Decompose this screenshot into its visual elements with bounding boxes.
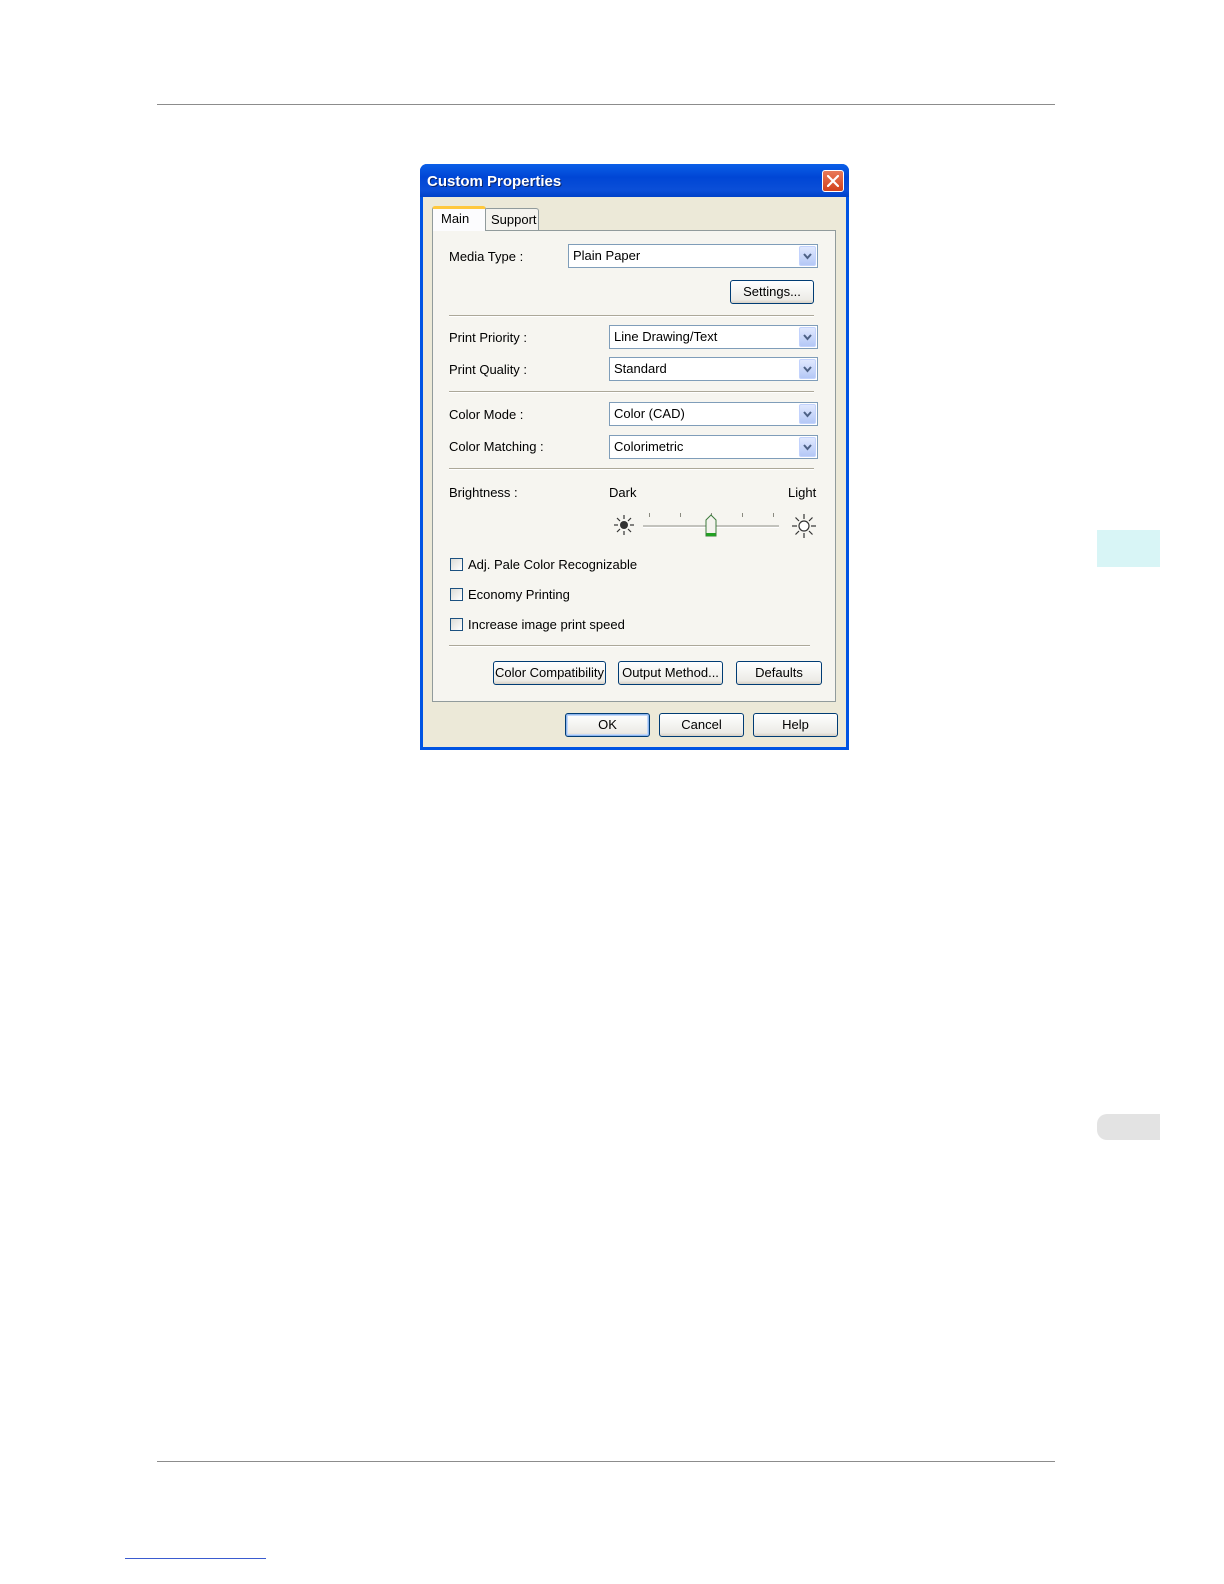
print-priority-select[interactable]: Line Drawing/Text (609, 325, 818, 349)
chevron-down-icon (803, 253, 812, 260)
color-mode-value: Color (CAD) (614, 406, 685, 421)
help-button[interactable]: Help (753, 713, 838, 737)
slider-tick (680, 513, 681, 517)
brightness-dark-label: Dark (609, 485, 637, 500)
economy-printing-label[interactable]: Economy Printing (468, 587, 570, 602)
settings-button[interactable]: Settings... (730, 280, 814, 304)
separator (449, 391, 814, 393)
dropdown-arrow-button[interactable] (799, 404, 816, 424)
light-sun-icon (792, 514, 816, 538)
footer-link-underline (125, 1558, 266, 1559)
increase-speed-checkbox[interactable] (450, 618, 463, 631)
brightness-slider[interactable] (643, 505, 779, 541)
title-bar[interactable]: Custom Properties (420, 164, 849, 197)
dropdown-arrow-button[interactable] (799, 246, 816, 266)
color-compatibility-button[interactable]: Color Compatibility (493, 661, 606, 685)
footer-rule (157, 1461, 1055, 1462)
color-matching-select[interactable]: Colorimetric (609, 435, 818, 459)
slider-tick (649, 513, 650, 517)
adj-pale-color-label[interactable]: Adj. Pale Color Recognizable (468, 557, 637, 572)
adj-pale-color-checkbox[interactable] (450, 558, 463, 571)
dropdown-arrow-button[interactable] (799, 437, 816, 457)
color-mode-label: Color Mode : (449, 407, 524, 422)
tab-main[interactable]: Main (432, 206, 486, 231)
print-quality-value: Standard (614, 361, 667, 376)
slider-thumb[interactable] (705, 514, 717, 538)
tab-main-label: Main (441, 211, 470, 226)
dark-sun-icon (614, 515, 634, 535)
separator (449, 645, 810, 647)
color-matching-value: Colorimetric (614, 439, 684, 454)
dialog-title: Custom Properties (427, 173, 562, 190)
output-method-button[interactable]: Output Method... (618, 661, 723, 685)
brightness-label: Brightness : (449, 485, 518, 500)
media-type-select[interactable]: Plain Paper (568, 244, 818, 268)
separator (449, 468, 814, 470)
print-quality-label: Print Quality : (449, 362, 528, 377)
chevron-down-icon (803, 334, 812, 341)
chapter-index-tab (1097, 530, 1160, 567)
custom-properties-dialog: Custom Properties Main Support Media Typ… (420, 164, 849, 750)
close-button[interactable] (822, 170, 844, 192)
chevron-down-icon (803, 444, 812, 451)
main-tab-panel: Media Type : Plain Paper Settings... Pri… (432, 230, 836, 702)
close-icon (827, 175, 839, 187)
tab-support-label: Support (491, 212, 537, 227)
media-type-value: Plain Paper (573, 248, 641, 263)
header-rule (157, 104, 1055, 105)
increase-speed-label[interactable]: Increase image print speed (468, 617, 625, 632)
ok-button[interactable]: OK (565, 713, 650, 737)
color-matching-label: Color Matching : (449, 439, 544, 454)
media-type-label: Media Type : (449, 249, 524, 264)
slider-tick (773, 513, 774, 517)
economy-printing-checkbox[interactable] (450, 588, 463, 601)
page-index-tab (1097, 1114, 1160, 1140)
color-mode-select[interactable]: Color (CAD) (609, 402, 818, 426)
dropdown-arrow-button[interactable] (799, 327, 816, 347)
print-quality-select[interactable]: Standard (609, 357, 818, 381)
separator (449, 315, 814, 317)
print-priority-value: Line Drawing/Text (614, 329, 718, 344)
brightness-light-label: Light (788, 485, 817, 500)
cancel-button[interactable]: Cancel (659, 713, 744, 737)
slider-tick (742, 513, 743, 517)
dropdown-arrow-button[interactable] (799, 359, 816, 379)
chevron-down-icon (803, 366, 812, 373)
defaults-button[interactable]: Defaults (736, 661, 822, 685)
print-priority-label: Print Priority : (449, 330, 528, 345)
tab-support[interactable]: Support (484, 208, 539, 230)
chevron-down-icon (803, 411, 812, 418)
